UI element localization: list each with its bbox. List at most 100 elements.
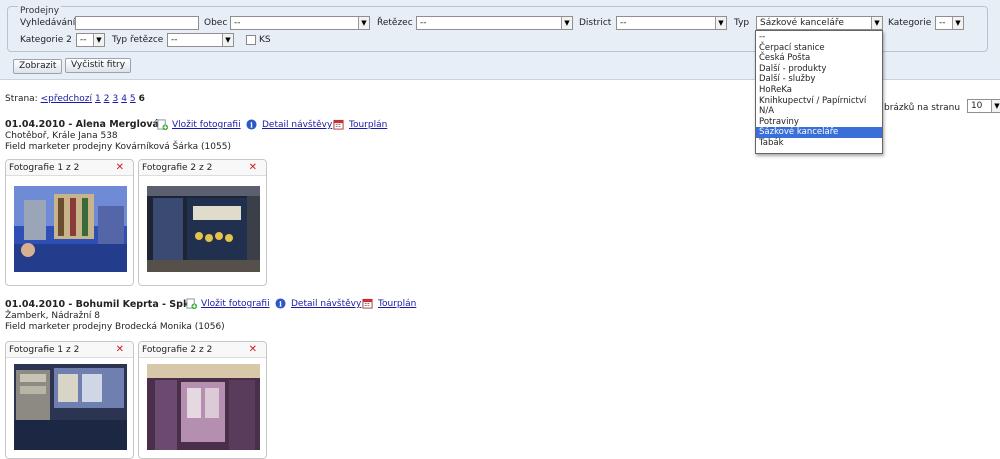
upload-photo-link[interactable]: Vložit fotografii	[172, 120, 241, 130]
record-marketer: Field marketer prodejny Kovárníková Šárk…	[5, 142, 231, 152]
kategorie2-select[interactable]: -- ▼	[76, 33, 105, 47]
district-label: District	[579, 18, 612, 28]
pagination: Strana: <předchozí 1 2 3 4 5 6	[5, 94, 145, 104]
typ-option[interactable]: Česká Pošta	[756, 53, 882, 64]
photo-card: Fotografie 2 z 2 ✕	[138, 159, 267, 286]
pager-page-4[interactable]: 4	[121, 94, 127, 104]
photo-card-title: Fotografie 2 z 2	[142, 163, 213, 173]
kategorie2-select-value: --	[80, 35, 87, 45]
typ-label: Typ	[734, 18, 750, 28]
photo-thumbnail[interactable]	[147, 186, 260, 272]
upload-photo-link[interactable]: Vložit fotografii	[201, 299, 270, 309]
retezec-select-value: --	[420, 18, 427, 28]
ks-checkbox[interactable]	[246, 35, 256, 45]
info-icon[interactable]: i	[246, 119, 257, 130]
per-page-select[interactable]: 10 ▼	[966, 99, 1000, 113]
add-photo-icon[interactable]	[186, 298, 197, 309]
chevron-down-icon: ▼	[871, 17, 882, 29]
retezec-label: Řetězec	[377, 18, 413, 28]
photo-card: Fotografie 1 z 2 ✕	[5, 159, 134, 286]
obec-label: Obec	[204, 18, 228, 28]
pager-page-2[interactable]: 2	[104, 94, 110, 104]
typ-option[interactable]: --	[756, 32, 882, 43]
visit-detail-link[interactable]: Detail návštěvy	[291, 299, 361, 309]
svg-text:i: i	[279, 300, 282, 309]
obec-select[interactable]: -- ▼	[230, 16, 370, 30]
filter-legend: Prodejny	[18, 6, 62, 16]
typ-option[interactable]: Tabák	[756, 138, 882, 149]
tourplan-link[interactable]: Tourplán	[378, 299, 416, 309]
delete-photo-icon[interactable]: ✕	[249, 344, 257, 355]
pager-prev-link[interactable]: <předchozí	[41, 94, 92, 104]
tourplan-link[interactable]: Tourplán	[349, 120, 387, 130]
pager-page-3[interactable]: 3	[112, 94, 118, 104]
typ-select[interactable]: Sázkové kanceláře ▼	[756, 16, 883, 30]
obec-select-value: --	[234, 18, 241, 28]
calendar-icon[interactable]	[362, 298, 373, 309]
show-button[interactable]: Zobrazit	[13, 59, 63, 74]
photo-card-header: Fotografie 1 z 2 ✕	[6, 160, 133, 176]
pager-current-page: 6	[138, 94, 145, 104]
kategorie-select[interactable]: -- ▼	[935, 16, 964, 30]
photo-thumbnail[interactable]	[14, 364, 127, 450]
per-page-select-value: 10	[970, 101, 983, 111]
record-marketer: Field marketer prodejny Brodecká Monika …	[5, 322, 225, 332]
svg-text:i: i	[250, 121, 253, 130]
photo-card-title: Fotografie 2 z 2	[142, 345, 213, 355]
typ-option[interactable]: Čerpací stanice	[756, 43, 882, 54]
record-address: Chotěboř, Krále Jana 538	[5, 131, 118, 141]
district-select-value: --	[620, 18, 627, 28]
per-page-control: brázků na stranu 10 ▼	[884, 96, 1000, 113]
typ-option[interactable]: Další - služby	[756, 74, 882, 85]
pager-page-1[interactable]: 1	[95, 94, 101, 104]
photo-thumbnail[interactable]	[147, 364, 260, 450]
chevron-down-icon: ▼	[990, 100, 1000, 112]
kategorie-label: Kategorie	[888, 18, 932, 28]
typ-select-value: Sázkové kanceláře	[760, 18, 844, 28]
photo-card-header: Fotografie 2 z 2 ✕	[139, 160, 266, 176]
info-icon[interactable]: i	[275, 298, 286, 309]
calendar-icon[interactable]	[333, 119, 344, 130]
chevron-down-icon: ▼	[952, 17, 963, 29]
delete-photo-icon[interactable]: ✕	[116, 344, 124, 355]
search-input[interactable]	[75, 16, 199, 30]
record-title: 01.04.2010 - Bohumil Keprta - Spk	[5, 299, 190, 310]
typ-option[interactable]: Potraviny	[756, 117, 882, 128]
retezec-select[interactable]: -- ▼	[416, 16, 573, 30]
photo-card-title: Fotografie 1 z 2	[9, 345, 80, 355]
typ-option[interactable]: N/A	[756, 106, 882, 117]
typ-option[interactable]: Sázkové kanceláře	[756, 127, 882, 138]
kategorie-select-value: --	[939, 18, 946, 28]
chevron-down-icon: ▼	[222, 34, 233, 46]
clear-filters-button[interactable]: Vyčistit fitry	[65, 58, 132, 73]
photo-card: Fotografie 2 z 2 ✕	[138, 341, 267, 459]
photo-card-title: Fotografie 1 z 2	[9, 163, 80, 173]
photo-card: Fotografie 1 z 2 ✕	[5, 341, 134, 459]
typ-option[interactable]: Knihkupectví / Papírnictví	[756, 96, 882, 107]
district-select[interactable]: -- ▼	[616, 16, 727, 30]
chevron-down-icon: ▼	[561, 17, 572, 29]
photo-card-header: Fotografie 1 z 2 ✕	[6, 342, 133, 358]
chevron-down-icon: ▼	[93, 34, 104, 46]
typ-retezce-select[interactable]: -- ▼	[167, 33, 234, 47]
record-title: 01.04.2010 - Alena Merglová	[5, 119, 159, 130]
typ-dropdown-list: -- Čerpací stanice Česká Pošta Další - prod…	[755, 30, 883, 154]
delete-photo-icon[interactable]: ✕	[249, 162, 257, 173]
typ-retezce-select-value: --	[171, 35, 178, 45]
photo-thumbnail[interactable]	[14, 186, 127, 272]
search-label: Vyhledávání	[20, 18, 76, 28]
record-address: Žamberk, Nádražní 8	[5, 311, 101, 321]
pager-prefix: Strana:	[5, 94, 38, 104]
add-photo-icon[interactable]	[157, 119, 168, 130]
chevron-down-icon: ▼	[358, 17, 369, 29]
ks-label: KS	[259, 35, 271, 45]
typ-option[interactable]: HoReKa	[756, 85, 882, 96]
typ-option[interactable]: Další - produkty	[756, 64, 882, 75]
pager-page-5[interactable]: 5	[130, 94, 136, 104]
kategorie2-label: Kategorie 2	[20, 35, 72, 45]
per-page-label: brázků na stranu	[884, 103, 961, 113]
visit-detail-link[interactable]: Detail návštěvy	[262, 120, 332, 130]
typ-retezce-label: Typ řetězce	[112, 35, 164, 45]
delete-photo-icon[interactable]: ✕	[116, 162, 124, 173]
photo-card-header: Fotografie 2 z 2 ✕	[139, 342, 266, 358]
